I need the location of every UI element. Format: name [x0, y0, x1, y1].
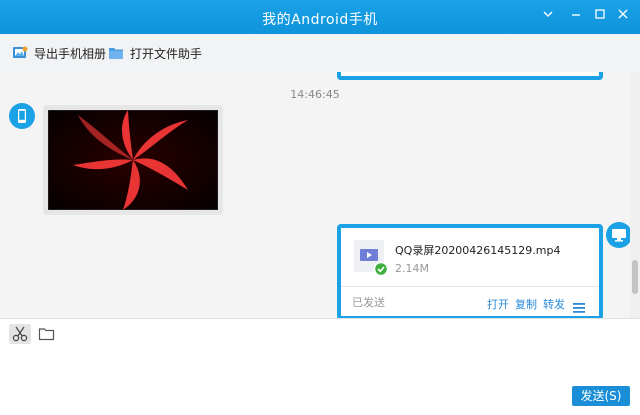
send-file-button[interactable] [38, 326, 56, 342]
chevron-down-icon[interactable] [540, 8, 556, 24]
file-status: 已发送 [352, 296, 385, 309]
image-message[interactable] [43, 105, 223, 215]
minimize-icon[interactable] [568, 8, 584, 24]
open-file-helper-label: 打开文件助手 [130, 46, 203, 61]
file-divider [341, 286, 599, 287]
computer-avatar [606, 222, 630, 248]
close-icon[interactable] [615, 8, 631, 24]
chat-history[interactable]: 14:46:45 QQ录屏20200426145129.mp4 2.14M 已发… [0, 72, 630, 318]
message-input-area[interactable] [0, 318, 640, 415]
scrollbar-thumb[interactable] [632, 260, 638, 294]
export-album-label: 导出手机相册 [34, 46, 107, 61]
screenshot-button[interactable] [9, 324, 31, 344]
previous-message-bubble [337, 72, 603, 80]
window: 我的Android手机 导出手机相册 打开文件助手 14:46:45 QQ录屏2… [0, 0, 640, 415]
message-timestamp: 14:46:45 [290, 88, 340, 101]
export-album-button[interactable]: 导出手机相册 [12, 44, 106, 62]
title-bar: 我的Android手机 [0, 0, 640, 34]
folder-icon [108, 46, 124, 60]
file-message[interactable]: QQ录屏20200426145129.mp4 2.14M 已发送 打开 复制 转… [337, 224, 603, 318]
video-thumbnail [48, 110, 218, 210]
more-menu-icon[interactable] [573, 298, 585, 317]
toolbar: 导出手机相册 打开文件助手 [0, 34, 640, 73]
open-file-helper-button[interactable]: 打开文件助手 [108, 44, 202, 62]
monitor-icon [612, 229, 626, 242]
copy-file-link[interactable]: 复制 [515, 296, 537, 312]
scissors-icon [12, 326, 28, 342]
video-file-icon [354, 240, 389, 277]
open-file-link[interactable]: 打开 [487, 296, 509, 312]
folder-outline-icon [38, 328, 55, 341]
maximize-icon[interactable] [592, 8, 608, 24]
file-name: QQ录屏20200426145129.mp4 [395, 244, 561, 257]
forward-file-link[interactable]: 转发 [543, 296, 565, 312]
phone-avatar [9, 103, 35, 129]
photo-album-icon [12, 46, 28, 60]
file-size: 2.14M [395, 262, 429, 275]
phone-icon [18, 109, 26, 123]
send-button[interactable]: 发送(S) [572, 386, 630, 406]
chat-scrollbar[interactable] [630, 72, 640, 318]
